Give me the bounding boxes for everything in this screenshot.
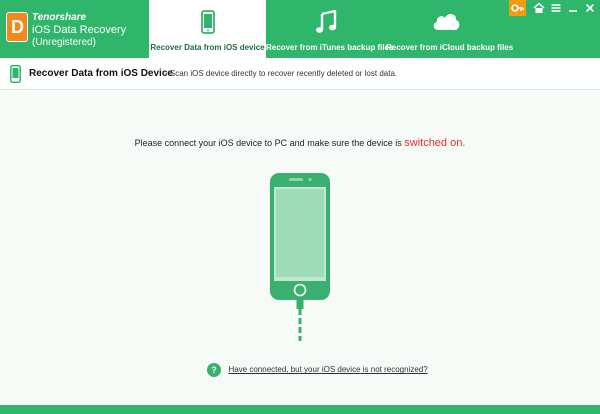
tab-label: Recover from iTunes backup files xyxy=(266,43,394,52)
key-icon xyxy=(509,3,526,20)
app-header: D Tenorshare iOS Data Recovery (Unregist… xyxy=(0,0,600,58)
logo-letter: D xyxy=(11,17,24,37)
tab-recover-icloud[interactable]: Recover from iCloud backup files xyxy=(386,0,514,58)
minimize-icon xyxy=(564,3,582,20)
company-name: Tenorshare xyxy=(32,12,87,23)
tab-recover-itunes[interactable]: Recover from iTunes backup files xyxy=(266,0,394,58)
product-name: iOS Data Recovery xyxy=(32,24,127,36)
iphone-illustration xyxy=(270,173,330,348)
tab-label: Recover Data from iOS device xyxy=(150,43,265,52)
phone-icon xyxy=(200,10,215,39)
section-description: - Scan iOS device directly to recover re… xyxy=(165,69,398,78)
help-row: ? Have connected, but your iOS device is… xyxy=(207,361,428,379)
registration-status: (Unregistered) xyxy=(32,37,96,48)
connect-instruction: Please connect your iOS device to PC and… xyxy=(0,137,600,149)
minimize-button[interactable] xyxy=(564,0,582,16)
home-button[interactable] xyxy=(530,0,548,16)
footer-bar xyxy=(0,405,600,414)
tab-recover-ios-device[interactable]: Recover Data from iOS device xyxy=(148,0,266,58)
cloud-icon xyxy=(431,10,461,37)
home-icon xyxy=(530,2,548,20)
main-panel: Please connect your iOS device to PC and… xyxy=(0,91,600,405)
menu-button[interactable] xyxy=(547,0,565,16)
section-header: Recover Data from iOS Device - Scan iOS … xyxy=(0,58,600,90)
instruction-text: Please connect your iOS device to PC and… xyxy=(134,138,402,148)
close-button[interactable] xyxy=(581,0,599,16)
music-note-icon xyxy=(315,9,337,39)
brand-block: Tenorshare iOS Data Recovery (Unregister… xyxy=(32,12,126,49)
section-title: Recover Data from iOS Device xyxy=(29,68,173,79)
help-icon[interactable]: ? xyxy=(207,362,221,377)
device-not-recognized-link[interactable]: Have connected, but your iOS device is n… xyxy=(228,365,427,374)
instruction-end: . xyxy=(462,137,466,149)
menu-icon xyxy=(547,3,565,20)
instruction-highlight: switched on xyxy=(404,137,463,149)
close-icon xyxy=(581,3,599,20)
phone-icon xyxy=(10,65,21,88)
register-key-button[interactable] xyxy=(509,0,526,16)
tab-label: Recover from iCloud backup files xyxy=(386,43,514,52)
app-logo: D xyxy=(6,12,28,42)
